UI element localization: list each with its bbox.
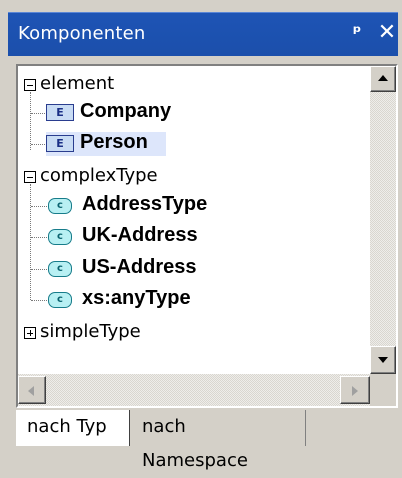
tab-nach-namespace[interactable]: nach Namespace (132, 410, 306, 471)
tree-viewport: element E Company E Person complexType c… (18, 66, 368, 374)
tree-node-complextype[interactable]: complexType (22, 164, 242, 192)
scroll-down-button[interactable] (370, 346, 396, 374)
complextype-icon: c (48, 229, 72, 245)
complextype-icon: c (48, 198, 72, 214)
scroll-up-button[interactable] (370, 66, 396, 92)
element-icon: E (46, 135, 74, 152)
components-panel: Komponenten ᵖ ✕ element E Company E Pers… (0, 0, 402, 471)
collapse-icon[interactable] (24, 79, 36, 91)
element-icon: E (46, 104, 74, 121)
tab-nach-typ[interactable]: nach Typ (16, 410, 130, 446)
tree-node-label: complexType (40, 165, 158, 186)
pin-icon[interactable]: ᵖ (348, 22, 366, 44)
panel-title: Komponenten (18, 23, 146, 44)
component-tree: element E Company E Person complexType c… (16, 64, 398, 408)
vertical-scrollbar[interactable] (370, 66, 396, 374)
tree-node-label: US-Address (82, 256, 197, 278)
tree-node-label: AddressType (82, 193, 208, 215)
view-tabs: nach Typ nach Namespace (16, 410, 402, 471)
tree-node-us-address[interactable]: c US-Address (18, 256, 278, 284)
arrow-up-icon (378, 75, 388, 81)
arrow-down-icon (378, 357, 388, 363)
scroll-left-button[interactable] (18, 376, 46, 404)
tree-node-uk-address[interactable]: c UK-Address (18, 224, 278, 252)
tree-node-label: Company (80, 100, 172, 122)
panel-titlebar: Komponenten ᵖ ✕ (8, 12, 398, 56)
scroll-right-button[interactable] (340, 376, 370, 404)
tree-node-label: element (40, 73, 115, 94)
tree-node-element[interactable]: element (22, 72, 222, 100)
complextype-icon: c (48, 292, 72, 308)
tree-node-xs-anytype[interactable]: c xs:anyType (18, 287, 278, 315)
scrollbar-corner (370, 374, 396, 406)
close-icon[interactable]: ✕ (376, 21, 398, 45)
tree-node-addresstype[interactable]: c AddressType (18, 193, 278, 221)
arrow-right-icon (352, 386, 358, 396)
arrow-left-icon (28, 386, 34, 396)
tree-node-person[interactable]: E Person (18, 131, 218, 159)
complextype-icon: c (48, 261, 72, 277)
collapse-icon[interactable] (24, 171, 36, 183)
tree-node-company[interactable]: E Company (18, 100, 218, 128)
expand-icon[interactable] (24, 327, 36, 339)
tree-node-label: UK-Address (82, 224, 198, 246)
horizontal-scrollbar[interactable] (18, 374, 370, 406)
tree-node-simpletype[interactable]: simpleType (22, 320, 242, 348)
tree-node-label: simpleType (40, 321, 141, 342)
tree-node-label: Person (80, 131, 148, 153)
tree-node-label: xs:anyType (82, 287, 191, 309)
